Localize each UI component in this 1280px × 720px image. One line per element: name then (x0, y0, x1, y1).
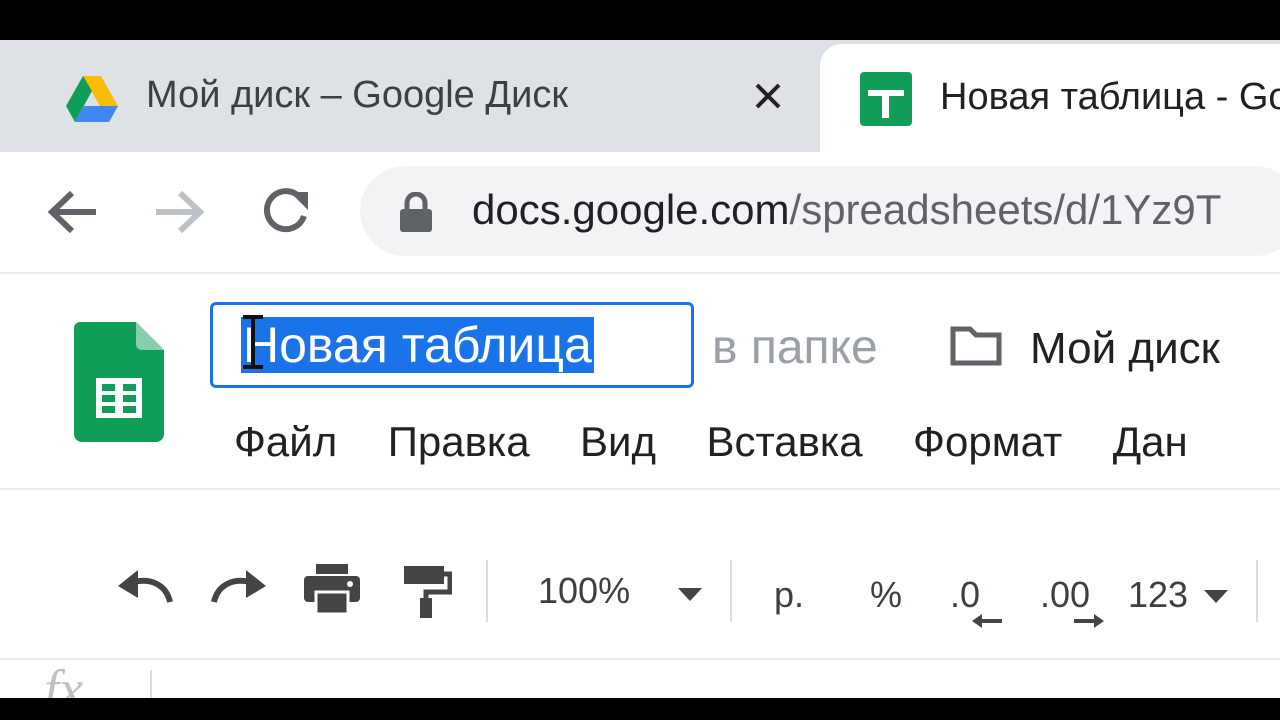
divider (0, 488, 1280, 490)
arrow-right-icon (1072, 614, 1104, 633)
reload-icon[interactable] (254, 180, 318, 244)
url-host: docs.google.com (472, 186, 790, 233)
paint-format-icon[interactable] (402, 564, 453, 623)
close-icon[interactable] (746, 74, 790, 118)
menu-view[interactable]: Вид (580, 412, 656, 472)
percent-format-button[interactable]: % (870, 574, 902, 616)
tab-title: Новая таблица - Go (940, 76, 1280, 118)
decrease-decimals-button[interactable]: .0 (950, 574, 980, 616)
toolbar-divider (486, 560, 488, 622)
folder-prefix: в папке (712, 321, 878, 374)
folder-name[interactable]: Мой диск (1030, 324, 1220, 374)
tab-title: Мой диск – Google Диск (146, 74, 568, 116)
menu-data[interactable]: Дан (1113, 412, 1188, 472)
url-path: /spreadsheets/d/1Yz9T (789, 186, 1222, 233)
tab-google-drive[interactable]: Мой диск – Google Диск (0, 40, 818, 152)
tab-strip: Мой диск – Google Диск Новая таблица - G… (0, 40, 1280, 152)
redo-icon[interactable] (210, 564, 268, 615)
sheets-logo-icon[interactable] (74, 322, 164, 447)
forward-arrow-icon[interactable] (148, 180, 212, 244)
more-formats-button[interactable]: 123 (1128, 574, 1188, 616)
undo-icon[interactable] (116, 564, 174, 615)
doc-title-text: Новая таблица (241, 317, 594, 373)
formula-divider (150, 670, 152, 698)
doc-title-input[interactable]: Новая таблица (210, 302, 694, 388)
menu-format[interactable]: Формат (913, 412, 1062, 472)
print-icon[interactable] (304, 564, 360, 619)
browser-toolbar: docs.google.com/spreadsheets/d/1Yz9T (0, 152, 1280, 272)
zoom-select[interactable]: 100% (538, 570, 630, 612)
increase-decimals-button[interactable]: .00 (1040, 574, 1090, 616)
tab-google-sheets[interactable]: Новая таблица - Go (820, 44, 1280, 152)
chevron-down-icon[interactable] (678, 588, 702, 607)
menu-bar: Файл Правка Вид Вставка Формат Дан (234, 412, 1234, 472)
lock-icon[interactable] (400, 191, 432, 237)
google-sheets-icon (860, 72, 912, 131)
browser-window: Мой диск – Google Диск Новая таблица - G… (0, 40, 1280, 698)
sheets-toolbar: 100% р. % .0 .00 123 (0, 530, 1280, 658)
url-text: docs.google.com/spreadsheets/d/1Yz9T (472, 186, 1221, 234)
sheets-header: Новая таблица в папке Мой диск Файл Прав… (0, 274, 1280, 488)
menu-edit[interactable]: Правка (388, 412, 530, 472)
back-arrow-icon[interactable] (40, 180, 104, 244)
text-cursor-icon (240, 314, 266, 375)
chevron-down-icon[interactable] (1204, 590, 1228, 609)
arrow-left-icon (972, 614, 1004, 633)
address-bar[interactable]: docs.google.com/spreadsheets/d/1Yz9T (360, 166, 1280, 256)
toolbar-divider (1256, 560, 1258, 622)
fx-icon: fx (44, 659, 83, 698)
google-drive-icon (66, 76, 118, 127)
menu-insert[interactable]: Вставка (706, 412, 862, 472)
toolbar-divider (730, 560, 732, 622)
menu-file[interactable]: Файл (234, 412, 337, 472)
formula-bar: fx (0, 658, 1280, 698)
currency-format-button[interactable]: р. (774, 574, 804, 616)
folder-icon[interactable] (950, 326, 1002, 371)
